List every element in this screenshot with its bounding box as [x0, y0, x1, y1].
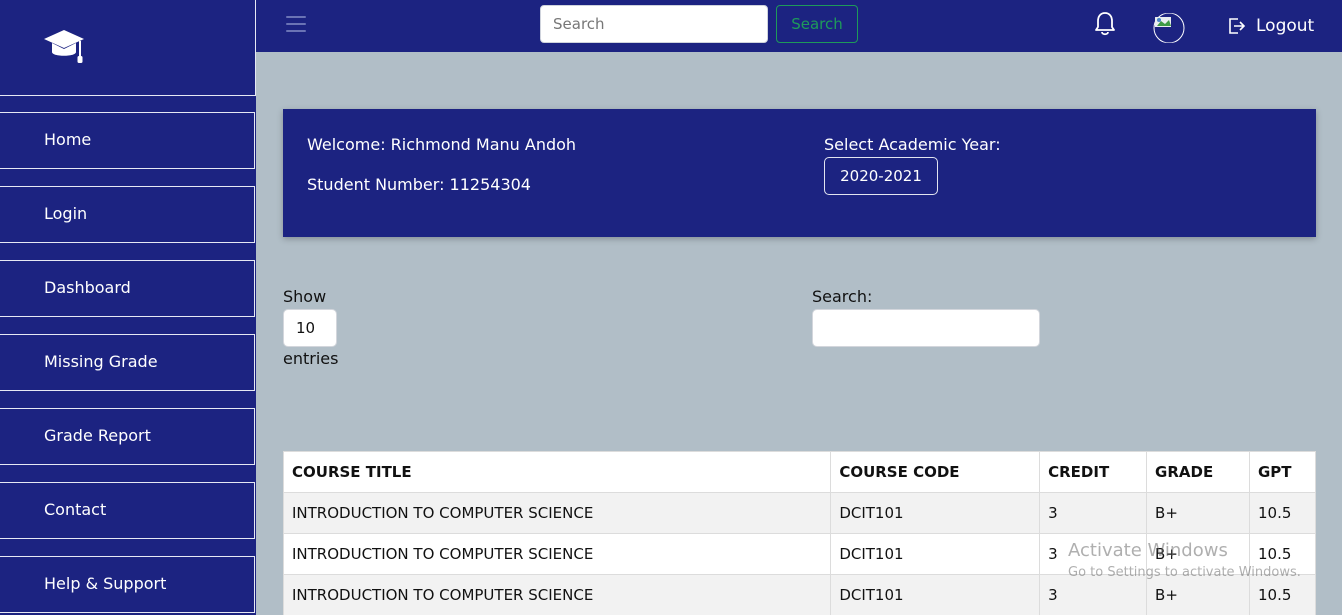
column-header-credit[interactable]: CREDIT	[1039, 451, 1148, 493]
cell-grade: B+	[1146, 492, 1250, 534]
academic-year-select[interactable]: 2020-2021	[824, 157, 938, 195]
cell-course-code: DCIT101	[830, 492, 1041, 534]
bell-icon[interactable]	[1094, 11, 1116, 37]
avatar[interactable]	[1149, 13, 1189, 43]
table-header-row: COURSE TITLE COURSE CODE CREDIT GRADE GP…	[282, 451, 1316, 493]
welcome-text: Welcome: Richmond Manu Andoh	[307, 135, 577, 154]
logout-icon	[1229, 18, 1246, 34]
sidebar-item-label: Missing Grade	[44, 352, 158, 371]
sidebar-item-dashboard[interactable]: Dashboard	[0, 260, 255, 317]
sidebar-item-label: Login	[44, 204, 88, 223]
logout-label: Logout	[1256, 16, 1315, 36]
table-search-input[interactable]	[812, 309, 1040, 347]
show-label: Show	[283, 287, 327, 306]
cell-course-title: INTRODUCTION TO COMPUTER SCIENCE	[282, 492, 832, 534]
hamburger-icon[interactable]	[286, 16, 306, 34]
cell-gpt: 10.5	[1249, 574, 1316, 615]
cell-course-title: INTRODUCTION TO COMPUTER SCIENCE	[282, 533, 832, 575]
table-search-label: Search:	[812, 287, 873, 306]
column-header-grade[interactable]: GRADE	[1146, 451, 1250, 493]
sidebar-item-contact[interactable]: Contact	[0, 482, 255, 539]
sidebar-item-missing-grade[interactable]: Missing Grade	[0, 334, 255, 391]
entries-select[interactable]: 10	[283, 309, 337, 347]
logout-button[interactable]: Logout	[1228, 15, 1314, 37]
entries-label: entries	[283, 349, 339, 368]
sidebar-item-login[interactable]: Login	[0, 186, 255, 243]
student-number: Student Number: 11254304	[307, 175, 531, 194]
table-row: INTRODUCTION TO COMPUTER SCIENCE DCIT101…	[282, 492, 1316, 534]
welcome-card: Welcome: Richmond Manu Andoh Student Num…	[283, 109, 1316, 237]
sidebar-item-home[interactable]: Home	[0, 112, 255, 169]
sidebar-item-label: Home	[44, 130, 92, 149]
search-button[interactable]: Search	[776, 5, 858, 43]
cell-grade: B+	[1146, 574, 1250, 615]
table-row: INTRODUCTION TO COMPUTER SCIENCE DCIT101…	[282, 574, 1316, 615]
sidebar-item-label: Grade Report	[44, 426, 151, 445]
graduation-cap-icon	[44, 30, 84, 63]
cell-course-code: DCIT101	[830, 533, 1041, 575]
activate-windows-subtitle: Go to Settings to activate Windows.	[1068, 565, 1301, 580]
column-header-course-title[interactable]: COURSE TITLE	[282, 451, 832, 493]
cell-gpt: 10.5	[1249, 492, 1316, 534]
top-navbar: Search Logout	[256, 0, 1342, 52]
cell-credit: 3	[1039, 574, 1148, 615]
column-header-gpt[interactable]: GPT	[1249, 451, 1316, 493]
sidebar-item-grade-report[interactable]: Grade Report	[0, 408, 255, 465]
academic-year-label: Select Academic Year:	[824, 135, 1001, 154]
cell-credit: 3	[1039, 492, 1148, 534]
cell-course-code: DCIT101	[830, 574, 1041, 615]
sidebar-item-label: Contact	[44, 500, 107, 519]
grades-table: COURSE TITLE COURSE CODE CREDIT GRADE GP…	[282, 451, 1316, 615]
logo-area	[0, 0, 256, 96]
sidebar-item-label: Help & Support	[44, 574, 167, 593]
column-header-course-code[interactable]: COURSE CODE	[830, 451, 1041, 493]
activate-windows-title: Activate Windows	[1068, 540, 1228, 561]
cell-course-title: INTRODUCTION TO COMPUTER SCIENCE	[282, 574, 832, 615]
search-input[interactable]	[540, 5, 768, 43]
sidebar: Home Login Dashboard Missing Grade Grade…	[0, 0, 256, 615]
broken-image-icon	[1153, 13, 1185, 43]
sidebar-item-label: Dashboard	[44, 278, 131, 297]
sidebar-item-help-support[interactable]: Help & Support	[0, 556, 255, 613]
